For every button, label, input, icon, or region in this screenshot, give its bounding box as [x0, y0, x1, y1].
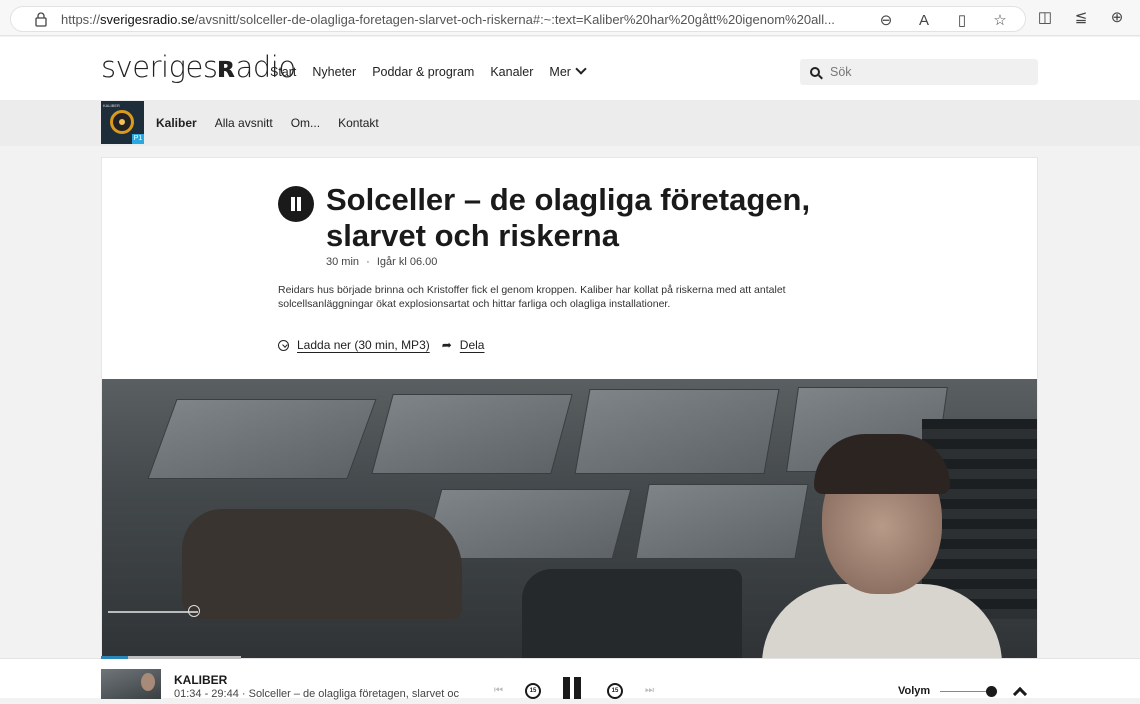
url-path: /avsnitt/solceller-de-olagliga-foretagen…	[194, 11, 835, 27]
sveriges-radio-logo[interactable]: sverigesʀadio	[101, 50, 296, 84]
player-program-name[interactable]: KALIBER	[174, 673, 227, 687]
download-icon	[278, 339, 289, 351]
volume-label: Volym	[898, 685, 931, 697]
url-host: sverigesradio.se	[100, 11, 195, 27]
search-icon	[810, 67, 820, 77]
nav-mer[interactable]: Mer	[549, 65, 585, 79]
nav-nyheter[interactable]: Nyheter	[312, 65, 356, 79]
previous-icon[interactable]: ⏮	[494, 685, 503, 696]
program-thumbnail[interactable]: KALIBER P1	[101, 101, 144, 144]
episode-card: Solceller – de olagliga företagen, slarv…	[101, 157, 1038, 667]
volume-knob[interactable]	[986, 686, 997, 697]
next-icon[interactable]: ⏭	[645, 685, 654, 696]
nav-start[interactable]: Start	[270, 65, 296, 79]
episode-meta: 30 min · Igår kl 06.00	[326, 256, 437, 268]
episode-published: Igår kl 06.00	[376, 256, 438, 268]
pause-button[interactable]	[278, 186, 314, 222]
zoom-out-icon[interactable]: ⊖	[877, 11, 895, 29]
episode-actions: Ladda ner (30 min, MP3) ➦ Dela	[278, 338, 484, 352]
program-name-link[interactable]: Kaliber	[156, 116, 197, 130]
search-input[interactable]: Sök	[800, 59, 1038, 85]
url-scheme: https://	[61, 11, 101, 27]
download-link[interactable]: Ladda ner (30 min, MP3)	[297, 338, 430, 352]
share-icon: ➦	[441, 338, 452, 352]
playback-progress[interactable]	[101, 656, 241, 659]
episode-image	[102, 379, 1037, 666]
audio-player: KALIBER 01:34 - 29:44 · Solceller – de o…	[0, 656, 1140, 702]
player-pause-button[interactable]	[563, 677, 585, 704]
person-portrait	[762, 434, 1002, 666]
episode-duration: 30 min	[326, 256, 360, 268]
volume-slider[interactable]	[940, 691, 990, 692]
program-nav-bar: KALIBER P1 Kaliber Alla avsnitt Om... Ko…	[0, 100, 1140, 146]
image-overlay-knob	[188, 605, 200, 617]
browser-toolbar: https://sverigesradio.se/avsnitt/solcell…	[0, 0, 1140, 36]
collections-icon[interactable]: ⊕	[1108, 8, 1126, 26]
program-nav-alla-avsnitt[interactable]: Alla avsnitt	[215, 116, 273, 130]
burnt-roof	[182, 509, 462, 619]
playback-progress-fill	[101, 656, 128, 659]
disc-icon	[110, 110, 134, 134]
site-header: sverigesʀadio Start Nyheter Poddar & pro…	[0, 37, 1140, 100]
solar-panel	[147, 399, 377, 479]
program-nav-om[interactable]: Om...	[291, 116, 320, 130]
expand-player-icon[interactable]	[1012, 686, 1028, 702]
logo-text-1: sveriges	[101, 50, 218, 84]
debris	[522, 569, 742, 666]
rewind-15-button[interactable]: 15	[525, 682, 541, 699]
main-nav: Start Nyheter Poddar & program Kanaler M…	[270, 65, 585, 79]
meta-separator: ·	[366, 256, 370, 268]
channel-badge: P1	[132, 134, 144, 144]
read-aloud-icon[interactable]: A	[915, 12, 933, 29]
player-thumbnail	[101, 669, 161, 699]
split-screen-icon[interactable]: ◫	[1036, 8, 1054, 26]
solar-panel	[371, 394, 573, 474]
solar-panel	[574, 389, 780, 474]
search-placeholder: Sök	[830, 65, 852, 79]
player-episode-info: 01:34 - 29:44 · Solceller – de olagliga …	[174, 688, 459, 700]
url-text[interactable]: https://sverigesradio.se/avsnitt/solcell…	[61, 12, 871, 27]
forward-15-button[interactable]: 15	[607, 682, 623, 699]
nav-poddar-program[interactable]: Poddar & program	[372, 65, 474, 79]
favorites-list-icon[interactable]: ≦	[1072, 8, 1090, 26]
address-bar[interactable]: https://sverigesradio.se/avsnitt/solcell…	[10, 6, 1026, 32]
nav-kanaler[interactable]: Kanaler	[490, 65, 533, 79]
immersive-reader-icon[interactable]: ▯	[953, 11, 971, 29]
page-info-icon[interactable]	[33, 11, 49, 27]
episode-title: Solceller – de olagliga företagen, slarv…	[326, 182, 811, 253]
logo-mark: ʀ	[217, 50, 236, 84]
program-nav-kontakt[interactable]: Kontakt	[338, 116, 379, 130]
thumb-label: KALIBER	[103, 103, 120, 108]
share-link[interactable]: Dela	[460, 338, 485, 352]
favorite-star-icon[interactable]: ☆	[991, 11, 1009, 29]
image-overlay-slider	[108, 611, 198, 613]
episode-description: Reidars hus började brinna och Kristoffe…	[278, 284, 786, 310]
